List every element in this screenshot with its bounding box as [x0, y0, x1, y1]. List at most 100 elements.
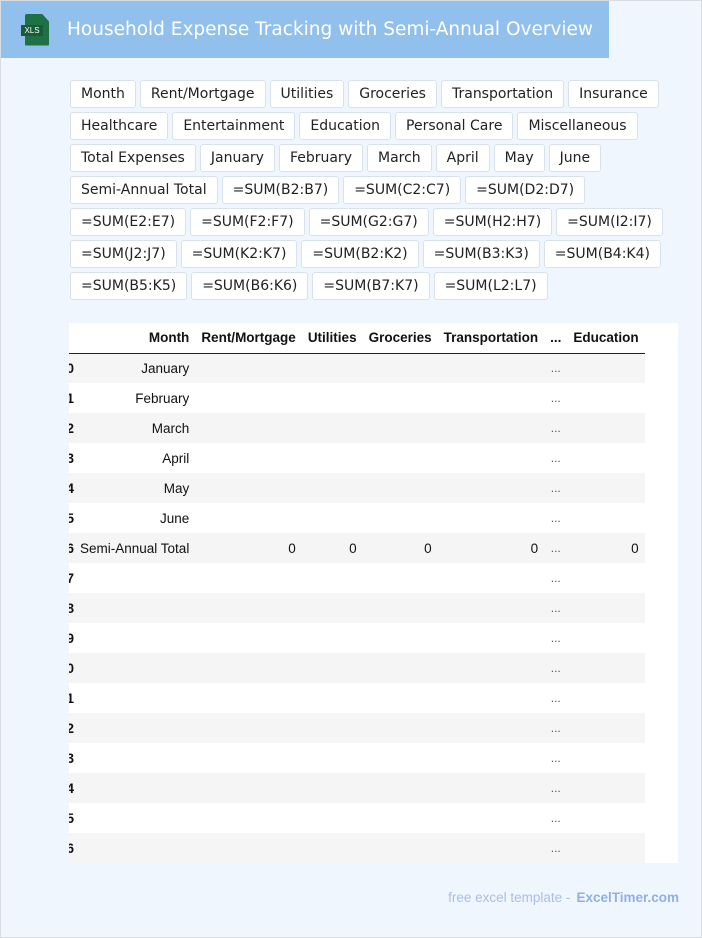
table-cell [302, 353, 363, 383]
table-cell [195, 563, 302, 593]
table-cell [567, 503, 644, 533]
tag: =SUM(B3:K3) [422, 240, 540, 268]
table-cell [567, 623, 644, 653]
table-cell [195, 713, 302, 743]
table-cell [363, 473, 438, 503]
table-cell [302, 683, 363, 713]
tag: =SUM(C2:C7) [343, 176, 462, 204]
table-cell: ... [550, 841, 561, 855]
tag: =SUM(D2:D7) [465, 176, 586, 204]
data-table: Month Rent/Mortgage Utilities Groceries Tran… [69, 323, 678, 863]
table-cell [363, 413, 438, 443]
table-cell [363, 623, 438, 653]
table-cell [363, 833, 438, 863]
table-cell [567, 413, 644, 443]
table-cell [363, 743, 438, 773]
table-cell: ... [550, 631, 561, 645]
table-cell [302, 563, 363, 593]
tag: =SUM(J2:J7) [70, 240, 177, 268]
table-cell [438, 803, 545, 833]
table-cell: ... [550, 361, 561, 376]
table-row: 7... [69, 563, 645, 593]
table-cell [567, 443, 644, 473]
table-cell: ... [550, 481, 561, 495]
table-row: 5 June... [69, 503, 645, 533]
table-cell: ... [550, 601, 561, 615]
table-cell [195, 743, 302, 773]
tag: =SUM(I2:I7) [556, 208, 663, 236]
table-cell: March [151, 420, 190, 436]
table-cell [567, 653, 644, 683]
table-cell [438, 473, 545, 503]
table-row: 0January... [69, 353, 645, 383]
table-cell [302, 503, 363, 533]
table-cell [302, 623, 363, 653]
tag: Healthcare [70, 112, 169, 140]
table-cell: ... [550, 391, 561, 405]
table-cell [363, 353, 438, 383]
table-cell [363, 443, 438, 473]
table-row: 15... [69, 803, 645, 833]
table-cell [438, 833, 545, 863]
table-cell [302, 713, 363, 743]
tag: Education [299, 112, 392, 140]
table-cell [302, 743, 363, 773]
table-cell [302, 803, 363, 833]
table-cell [363, 383, 438, 413]
table-cell [567, 713, 644, 743]
table-cell [567, 773, 644, 803]
table-cell [74, 593, 195, 623]
table-cell [302, 653, 363, 683]
tag: Month [70, 80, 136, 108]
tag: =SUM(B7:K7) [312, 272, 430, 300]
table-cell: April [162, 450, 190, 466]
table-row: 8... [69, 593, 645, 623]
table-cell [438, 773, 545, 803]
tag: May [493, 144, 545, 172]
table-cell [363, 713, 438, 743]
table-cell [302, 383, 363, 413]
footer-brand-link[interactable]: ExcelTimer.com [576, 890, 679, 905]
tag: =SUM(B2:B7) [221, 176, 340, 204]
table-cell [438, 383, 545, 413]
table-row: 3 April... [69, 443, 645, 473]
table-cell [363, 773, 438, 803]
tag: =SUM(B4:K4) [543, 240, 661, 268]
table-cell [195, 443, 302, 473]
table-row: 16... [69, 833, 645, 863]
table-cell [363, 653, 438, 683]
table-cell [74, 683, 195, 713]
table-cell: ... [550, 541, 561, 555]
table-cell [74, 623, 195, 653]
table-cell [195, 503, 302, 533]
table-cell [74, 743, 195, 773]
table-cell [195, 623, 302, 653]
table-cell [438, 443, 545, 473]
table-cell: Semi-Annual Total [80, 540, 190, 556]
table-cell [567, 803, 644, 833]
table-row: 2 March... [69, 413, 645, 443]
tag: April [435, 144, 490, 172]
tag: Rent/Mortgage [139, 80, 266, 108]
table-cell [363, 803, 438, 833]
tag: March [366, 144, 432, 172]
table-cell [74, 803, 195, 833]
tag: =SUM(K2:K7) [180, 240, 298, 268]
table-cell [567, 833, 644, 863]
tag: Personal Care [395, 112, 514, 140]
table-cell [195, 833, 302, 863]
table-cell [195, 773, 302, 803]
table-row: 14... [69, 773, 645, 803]
tag: February [278, 144, 363, 172]
table-cell [302, 473, 363, 503]
table-cell [438, 623, 545, 653]
table-cell: February [135, 390, 190, 406]
table-cell [438, 353, 545, 383]
table-cell [195, 653, 302, 683]
table-cell [74, 833, 195, 863]
table-cell: 0 [424, 540, 432, 556]
table-cell [195, 803, 302, 833]
tag: Total Expenses [70, 144, 196, 172]
table-cell: May [163, 480, 190, 496]
column-tags: Month Rent/Mortgage Utilities Groceries Tran… [70, 80, 670, 300]
